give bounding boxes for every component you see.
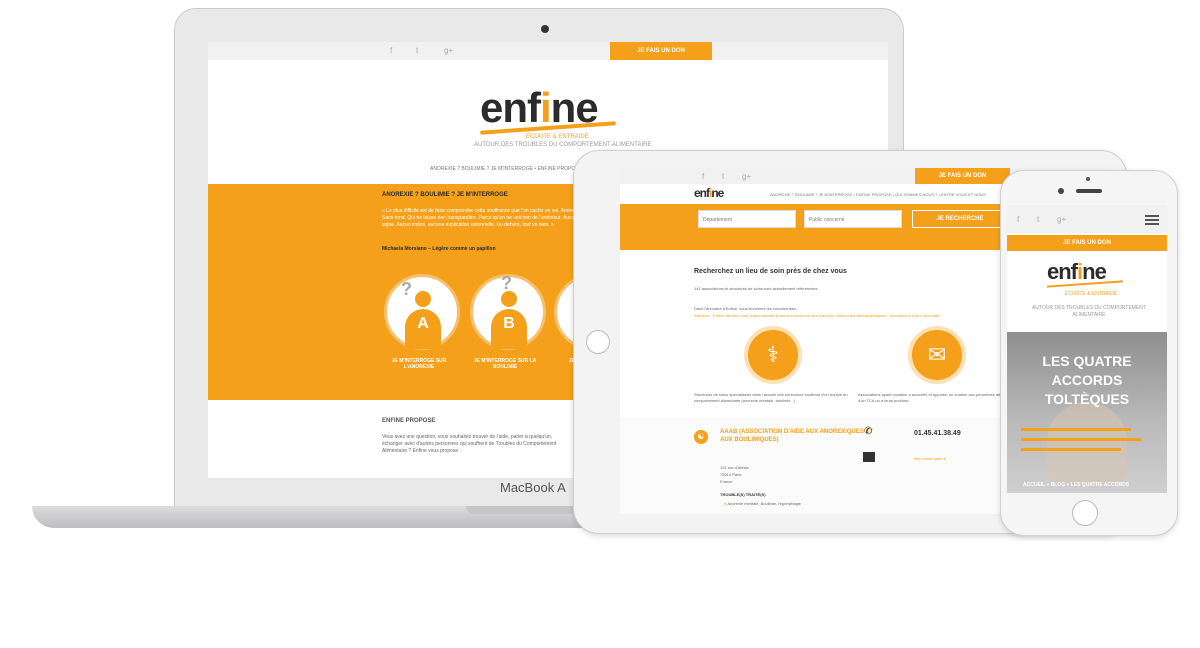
laptop-camera: [541, 25, 549, 33]
phone-topbar: [1007, 205, 1167, 233]
donate-button[interactable]: JE FAIS UN DON: [915, 168, 1010, 184]
phone-camera: [1058, 188, 1064, 194]
facebook-icon[interactable]: f: [1017, 215, 1019, 224]
phone-home-button: [1072, 500, 1098, 526]
laptop-brand-label: MacBook A: [500, 480, 566, 495]
associations-text: Associations ayant vocation à accueillir…: [858, 392, 1011, 403]
count-text: 141 associations et structures de soins …: [694, 286, 818, 291]
phone-sensor: [1086, 177, 1090, 181]
tagline: ÉCOUTE & ENTRAIDE: [526, 134, 589, 140]
tablet-page-title: Recherchez un lieu de soin près de chez …: [694, 268, 847, 275]
twitter-icon[interactable]: t: [1037, 215, 1039, 224]
public-select[interactable]: Public concerné: [804, 210, 902, 228]
googleplus-icon[interactable]: g+: [742, 172, 751, 181]
logo-text-i: i: [540, 84, 552, 131]
question-mark-icon: ?: [401, 279, 412, 299]
disclaimer-line: Attention : Enfine décline toute respons…: [694, 313, 940, 318]
entry-address-3: France: [720, 479, 733, 484]
entry-address-1: 131 rue d'Alésia: [720, 465, 749, 470]
blog-hero: LES QUATRE ACCORDS TOLTÈQUES ACCUEIL » B…: [1007, 332, 1167, 493]
social-topbar: [208, 42, 888, 60]
care-structures-text: Structures de soins spécialisées dans l'…: [694, 392, 848, 403]
person-head-icon: [501, 291, 517, 307]
hamburger-menu-icon[interactable]: [1145, 215, 1159, 225]
website-icon: [863, 452, 875, 462]
troubles-value: Anorexie mentale, Boulimie, Hyperphagie: [727, 501, 801, 506]
hero-line-1: [1021, 428, 1131, 431]
phone-screen: f t g+ JE FAIS UN DON enfine ÉCOUTE & EN…: [1007, 205, 1167, 493]
department-select[interactable]: Département: [698, 210, 796, 228]
tablet-main-nav[interactable]: ANOREXIE ? BOULIMIE ? JE M'INTERROGE • E…: [770, 192, 986, 197]
entry-address-2: 75014 Paris: [720, 472, 742, 477]
breadcrumb[interactable]: ACCUEIL » BLOG » LES QUATRE ACCORDS: [1023, 482, 1129, 488]
facebook-icon[interactable]: f: [390, 46, 392, 55]
boulimie-circle[interactable]: ? B: [470, 273, 546, 350]
phone-speaker: [1076, 189, 1102, 193]
troubles-list: ● Anorexie mentale, Boulimie, Hyperphagi…: [724, 501, 801, 506]
search-button[interactable]: JE RECHERCHE: [912, 210, 1008, 228]
tagline: ÉCOUTE & ENTRAIDE: [1065, 291, 1118, 297]
entry-phone[interactable]: 01.45.41.38.49: [914, 430, 961, 437]
subtagline: AUTOUR DES TROUBLES DU COMPORTEMENT ALIM…: [1032, 305, 1146, 318]
hero-title: LES QUATRE ACCORDS TOLTÈQUES: [1042, 353, 1132, 407]
anorexie-circle[interactable]: ? A: [384, 274, 460, 350]
boulimie-circle-label[interactable]: JE M'INTERROGE SUR LA BOULIMIE: [465, 358, 545, 370]
hero-line-3: [1021, 448, 1121, 451]
logo-text-end: ne: [1082, 259, 1107, 284]
phone-icon: ✆: [864, 426, 873, 437]
band-quote: « Le plus difficile est de faire compren…: [382, 208, 582, 228]
logo-text-start: enf: [1047, 259, 1078, 284]
propose-title: ENFINE PROPOSE: [382, 418, 436, 424]
donate-button[interactable]: JE FAIS UN DON: [610, 42, 712, 60]
anorexie-circle-label[interactable]: JE M'INTERROGE SUR L'ANOREXIE: [379, 358, 459, 370]
logo-text-start: enf: [694, 186, 710, 200]
enfine-logo[interactable]: enfine: [694, 186, 724, 200]
googleplus-icon[interactable]: g+: [444, 46, 453, 55]
donate-button[interactable]: JE FAIS UN DON: [1007, 235, 1167, 251]
portrait-image: [1047, 402, 1127, 482]
troubles-label: TROUBLE(S) TRAITÉ(S): [720, 492, 766, 497]
subtagline: AUTOUR DES TROUBLES DU COMPORTEMENT ALIM…: [474, 142, 652, 148]
entry-icon: ☯: [694, 430, 708, 444]
main-nav[interactable]: ANOREXIE ? BOULIMIE ? JE M'INTERROGE • E…: [430, 166, 590, 172]
person-head-icon: [415, 291, 431, 307]
stethoscope-icon: ⚕: [744, 326, 802, 384]
twitter-icon[interactable]: t: [416, 46, 418, 55]
propose-text: Vous avez une question, vous souhaitez t…: [382, 434, 557, 454]
twitter-icon[interactable]: t: [722, 172, 724, 181]
entry-url[interactable]: http://www.aaab.fr: [914, 456, 946, 461]
person-body-icon: B: [491, 309, 527, 349]
facebook-icon[interactable]: f: [702, 172, 704, 181]
googleplus-icon[interactable]: g+: [1057, 215, 1066, 224]
entry-name[interactable]: AAAB (ASSOCIATION D'AIDE AUX ANOREXIQUES…: [720, 428, 880, 444]
person-body-icon: A: [405, 309, 441, 349]
intro-line: Dans l'annuaire d'Enfine, vous trouverez…: [694, 306, 799, 311]
hero-line-2: [1021, 438, 1141, 441]
logo-text-end: ne: [711, 186, 724, 200]
quote-author: Michaela Morsiano – Légère comme un papi…: [382, 246, 496, 252]
tablet-home-button: [586, 330, 610, 354]
chat-bubbles-icon: ✉: [908, 326, 966, 384]
band-title: ANOREXIE ? BOULIMIE ? JE M'INTERROGE: [382, 192, 508, 198]
logo-text-start: enf: [480, 84, 541, 131]
